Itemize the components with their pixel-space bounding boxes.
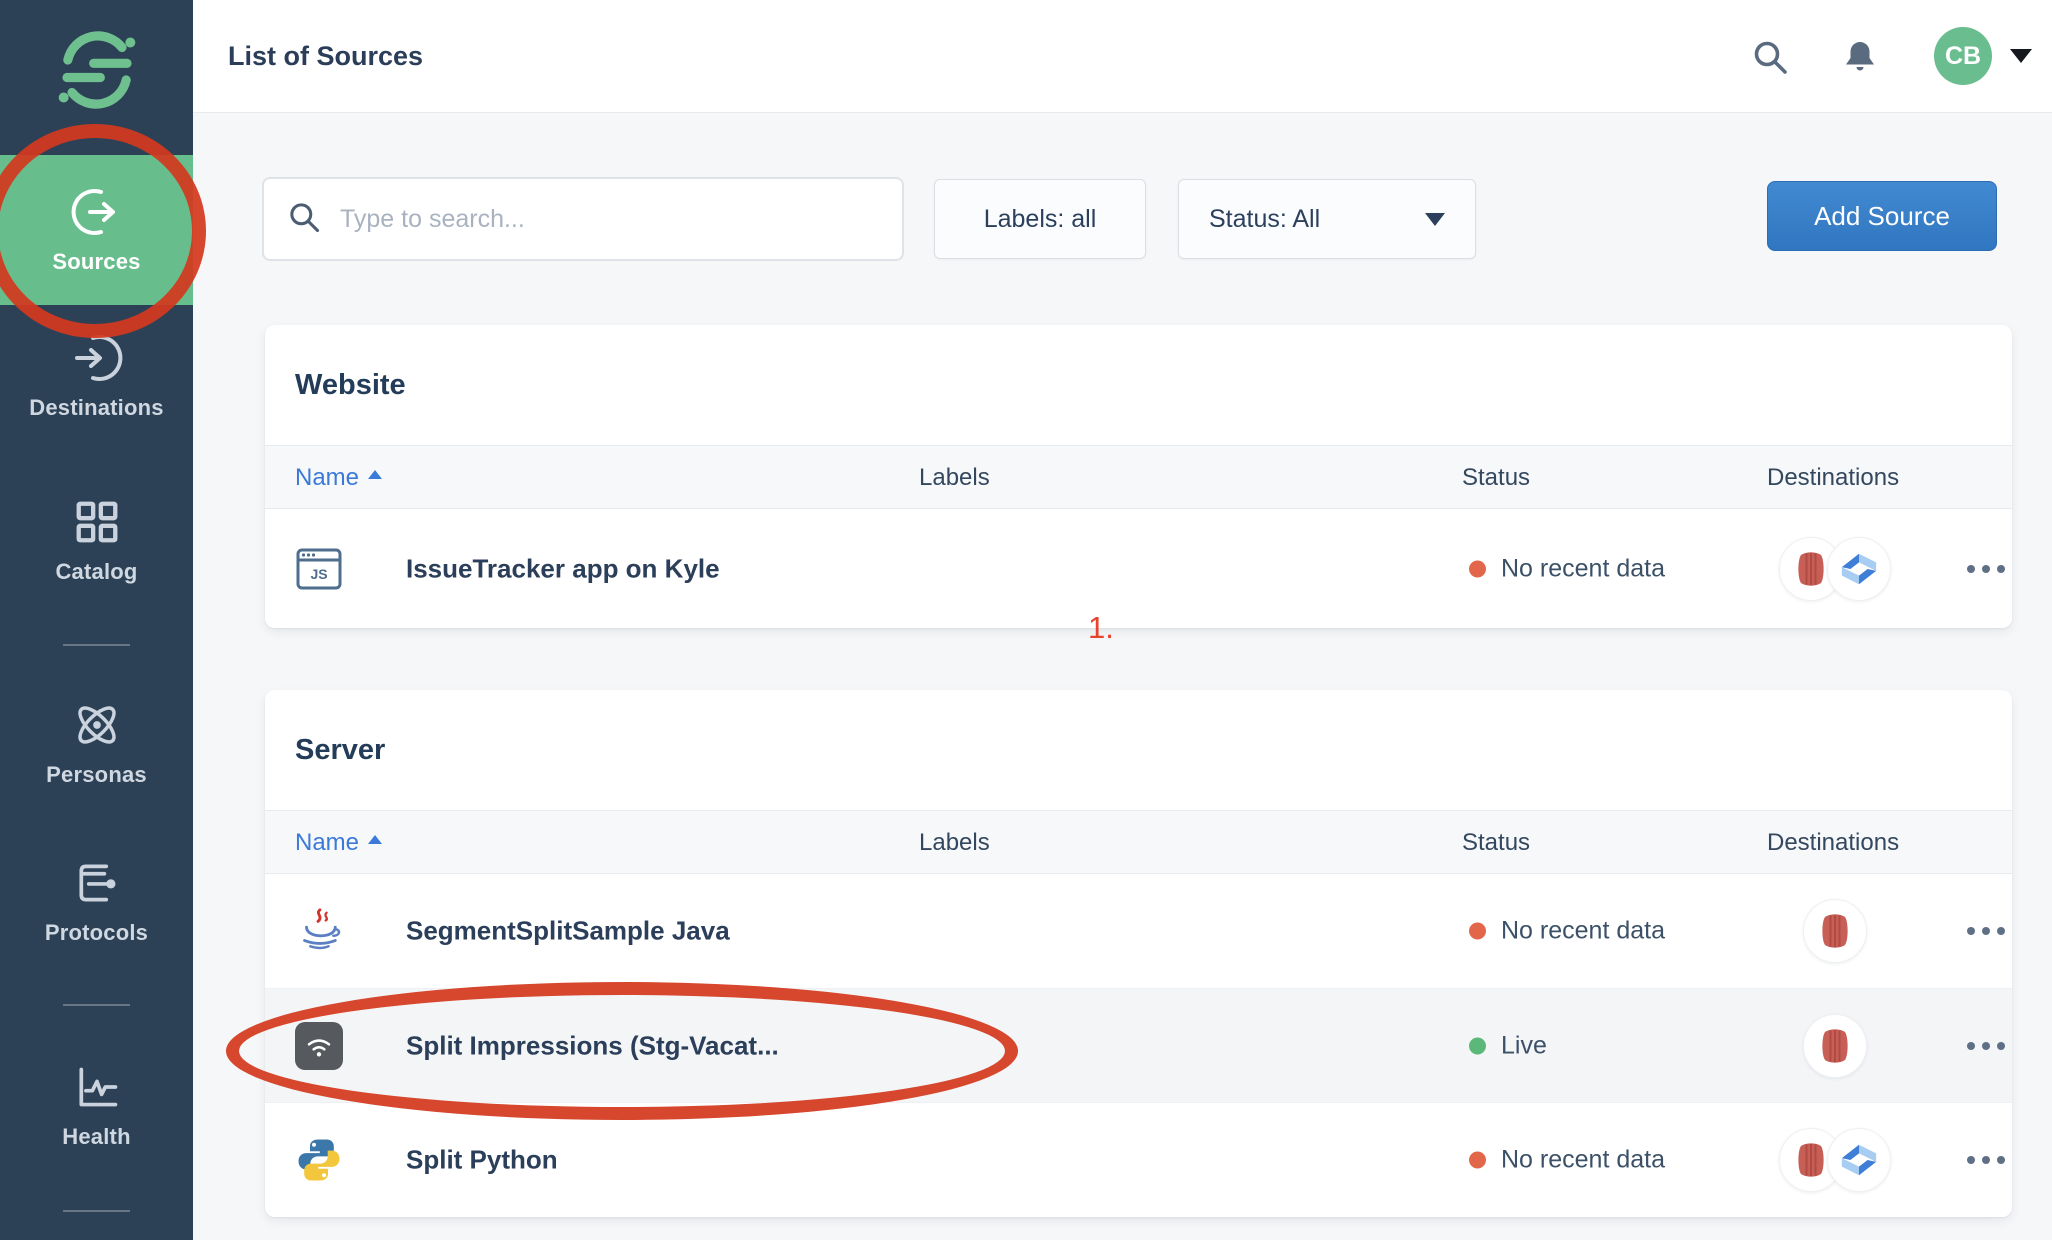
sidebar-item-label: Health xyxy=(62,1124,130,1150)
sort-asc-icon xyxy=(368,470,382,479)
kinesis-icon[interactable] xyxy=(1803,1014,1867,1078)
destination-badges xyxy=(1771,1128,1899,1192)
protocols-icon xyxy=(70,856,124,910)
catalog-icon xyxy=(70,495,124,549)
status-dot xyxy=(1469,1152,1486,1169)
row-overflow-menu[interactable] xyxy=(1953,1140,2019,1180)
status-dot xyxy=(1469,1037,1486,1054)
table-row[interactable]: SegmentSplitSample Java No recent data xyxy=(265,874,2012,989)
status-dot xyxy=(1469,922,1486,939)
sidebar-item-label: Personas xyxy=(46,762,147,788)
column-header-destinations: Destinations xyxy=(1767,446,1899,510)
column-header-labels: Labels xyxy=(919,446,990,510)
bell-icon[interactable] xyxy=(1839,36,1881,78)
sidebar-item-sources[interactable]: Sources xyxy=(0,155,193,305)
row-overflow-menu[interactable] xyxy=(1953,549,2019,589)
section-title: Server xyxy=(295,690,385,810)
source-search-box xyxy=(262,177,904,261)
website-sources-card: Website Name Labels Status Destinations … xyxy=(265,325,2012,628)
destinations-icon xyxy=(70,331,124,385)
source-name[interactable]: SegmentSplitSample Java xyxy=(406,915,730,946)
sidebar-item-label: Sources xyxy=(52,249,140,275)
sidebar-item-label: Destinations xyxy=(29,395,163,421)
status-filter-label: Status: All xyxy=(1209,205,1320,234)
column-header-destinations: Destinations xyxy=(1767,811,1899,875)
segment-logo-icon[interactable] xyxy=(57,30,137,110)
sort-asc-icon xyxy=(368,835,382,844)
table-row[interactable]: JS IssueTracker app on Kyle No recent da… xyxy=(265,509,2012,628)
javascript-icon: JS xyxy=(295,545,343,593)
sidebar-item-protocols[interactable]: Protocols xyxy=(0,856,193,946)
table-row[interactable]: Split Python No recent data xyxy=(265,1103,2012,1217)
column-header-status: Status xyxy=(1462,446,1530,510)
sidebar: Sources Destinations Catalog xyxy=(0,0,193,1240)
row-overflow-menu[interactable] xyxy=(1953,1026,2019,1066)
java-icon xyxy=(295,907,343,955)
status-badge: No recent data xyxy=(1469,1146,1665,1175)
table-row[interactable]: Split Impressions (Stg-Vacat... Live xyxy=(265,989,2012,1104)
page-title: List of Sources xyxy=(228,0,423,113)
column-header-labels: Labels xyxy=(919,811,990,875)
column-header-name[interactable]: Name xyxy=(295,446,382,510)
personas-icon xyxy=(70,698,124,752)
section-title: Website xyxy=(295,325,406,445)
chevron-down-icon xyxy=(1425,213,1445,226)
source-name[interactable]: Split Impressions (Stg-Vacat... xyxy=(406,1030,779,1061)
search-input[interactable] xyxy=(340,205,880,234)
wifi-icon xyxy=(295,1022,343,1070)
sidebar-divider xyxy=(63,1210,130,1212)
status-badge: Live xyxy=(1469,1031,1547,1060)
destination-badges xyxy=(1771,899,1899,963)
svg-text:JS: JS xyxy=(310,566,327,582)
search-icon xyxy=(286,199,322,240)
add-source-button[interactable]: Add Source xyxy=(1767,181,1997,251)
status-badge: No recent data xyxy=(1469,554,1665,583)
sources-icon xyxy=(70,185,124,239)
table-header-row: Name Labels Status Destinations xyxy=(265,445,2012,509)
status-badge: No recent data xyxy=(1469,916,1665,945)
table-header-row: Name Labels Status Destinations xyxy=(265,810,2012,874)
column-header-name[interactable]: Name xyxy=(295,811,382,875)
sidebar-divider xyxy=(63,644,130,646)
sidebar-item-label: Catalog xyxy=(55,559,137,585)
kinesis-icon[interactable] xyxy=(1803,899,1867,963)
python-icon xyxy=(295,1136,343,1184)
server-sources-card: Server Name Labels Status Destinations S… xyxy=(265,690,2012,1217)
search-icon[interactable] xyxy=(1749,36,1791,78)
top-bar: List of Sources CB xyxy=(193,0,2052,113)
column-header-status: Status xyxy=(1462,811,1530,875)
avatar[interactable]: CB xyxy=(1934,27,1992,85)
destination-badges xyxy=(1771,537,1899,601)
sidebar-item-personas[interactable]: Personas xyxy=(0,698,193,788)
source-name[interactable]: IssueTracker app on Kyle xyxy=(406,553,720,584)
row-overflow-menu[interactable] xyxy=(1953,911,2019,951)
split-icon[interactable] xyxy=(1827,537,1891,601)
sidebar-item-health[interactable]: Health xyxy=(0,1060,193,1150)
sidebar-divider xyxy=(63,1004,130,1006)
status-dot xyxy=(1469,560,1486,577)
status-filter-dropdown[interactable]: Status: All xyxy=(1178,179,1476,259)
health-icon xyxy=(70,1060,124,1114)
sidebar-item-destinations[interactable]: Destinations xyxy=(0,331,193,421)
sidebar-item-catalog[interactable]: Catalog xyxy=(0,495,193,585)
sidebar-item-label: Protocols xyxy=(45,920,148,946)
destination-badges xyxy=(1771,1014,1899,1078)
caret-down-icon[interactable] xyxy=(2010,49,2032,63)
split-icon[interactable] xyxy=(1827,1128,1891,1192)
labels-filter-button[interactable]: Labels: all xyxy=(934,179,1146,259)
source-name[interactable]: Split Python xyxy=(406,1145,558,1176)
